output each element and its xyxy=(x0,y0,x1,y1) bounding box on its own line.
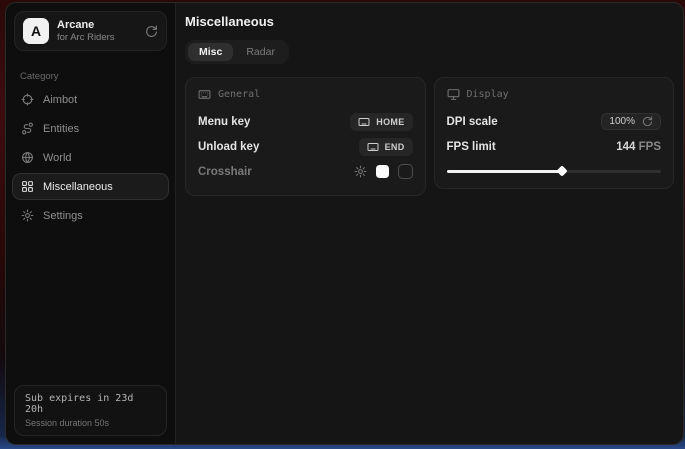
grid-icon xyxy=(21,180,34,193)
refresh-icon[interactable] xyxy=(145,25,158,38)
tab-radar[interactable]: Radar xyxy=(235,43,286,61)
display-panel-title: Display xyxy=(467,89,509,100)
display-panel: Display DPI scale 100% FPS limit xyxy=(434,77,675,189)
sub-expiry-text: Sub expires in 23d 20h xyxy=(25,393,156,415)
dpi-scale-label: DPI scale xyxy=(447,116,498,128)
sidebar-item-aimbot[interactable]: Aimbot xyxy=(12,86,169,113)
unload-key-row: Unload key END xyxy=(198,135,413,158)
gear-icon xyxy=(21,209,34,222)
brand-card: A Arcane for Arc Riders xyxy=(14,11,167,51)
fps-limit-slider[interactable] xyxy=(447,166,662,176)
general-panel: General Menu key HOME Unload key xyxy=(185,77,426,196)
sidebar-item-entities[interactable]: Entities xyxy=(12,115,169,142)
subscription-info-card: Sub expires in 23d 20h Session duration … xyxy=(14,385,167,436)
sidebar-item-label: Entities xyxy=(43,123,79,135)
tab-misc[interactable]: Misc xyxy=(188,43,233,61)
fps-slider-handle[interactable] xyxy=(557,165,568,176)
crosshair-controls xyxy=(354,164,413,179)
crosshair-row: Crosshair xyxy=(198,160,413,183)
sidebar-item-label: Miscellaneous xyxy=(43,181,113,193)
sidebar-item-label: Aimbot xyxy=(43,94,77,106)
dpi-reset-refresh-icon[interactable] xyxy=(642,116,653,127)
sidebar-item-label: Settings xyxy=(43,210,83,222)
fps-slider-fill xyxy=(447,170,563,173)
fps-limit-value: 144 FPS xyxy=(616,141,661,153)
keyboard-icon xyxy=(198,88,211,101)
brand-text: Arcane for Arc Riders xyxy=(57,19,137,44)
entities-icon xyxy=(21,122,34,135)
sidebar-item-settings[interactable]: Settings xyxy=(12,202,169,229)
sidebar-nav: Aimbot Entities World xyxy=(6,86,175,229)
category-label: Category xyxy=(20,71,161,82)
brand-logo: A xyxy=(23,18,49,44)
crosshair-checkbox[interactable] xyxy=(398,164,413,179)
menu-key-button[interactable]: HOME xyxy=(350,113,412,131)
sidebar: A Arcane for Arc Riders Category Aimbot xyxy=(6,3,176,444)
page-title: Miscellaneous xyxy=(185,14,674,29)
globe-icon xyxy=(21,151,34,164)
brand-subtitle: for Arc Riders xyxy=(57,32,137,43)
sidebar-item-label: World xyxy=(43,152,72,164)
unload-key-button[interactable]: END xyxy=(359,138,413,156)
fps-limit-label: FPS limit xyxy=(447,141,496,153)
menu-key-row: Menu key HOME xyxy=(198,110,413,133)
menu-key-value: HOME xyxy=(376,117,404,127)
crosshair-settings-gear-icon[interactable] xyxy=(354,165,367,178)
general-panel-header: General xyxy=(198,88,413,101)
dpi-scale-row: DPI scale 100% xyxy=(447,110,662,133)
sidebar-item-miscellaneous[interactable]: Miscellaneous xyxy=(12,173,169,200)
crosshair-icon xyxy=(21,93,34,106)
crosshair-label: Crosshair xyxy=(198,166,252,178)
tab-bar: Misc Radar xyxy=(185,40,289,64)
fps-limit-row: FPS limit 144 FPS xyxy=(447,135,662,158)
panels-row: General Menu key HOME Unload key xyxy=(185,77,674,196)
dpi-scale-value: 100% xyxy=(609,116,635,127)
brand-name: Arcane xyxy=(57,19,137,32)
main-content: Miscellaneous Misc Radar General xyxy=(176,3,683,444)
menu-key-label: Menu key xyxy=(198,116,250,128)
keyboard-icon xyxy=(367,141,379,153)
general-panel-title: General xyxy=(218,89,260,100)
monitor-icon xyxy=(447,88,460,101)
unload-key-label: Unload key xyxy=(198,141,259,153)
sidebar-item-world[interactable]: World xyxy=(12,144,169,171)
dpi-scale-control[interactable]: 100% xyxy=(601,113,661,130)
session-duration-text: Session duration 50s xyxy=(25,418,156,428)
crosshair-color-swatch[interactable] xyxy=(376,165,389,178)
app-window: A Arcane for Arc Riders Category Aimbot xyxy=(5,2,684,445)
keyboard-icon xyxy=(358,116,370,128)
display-panel-header: Display xyxy=(447,88,662,101)
unload-key-value: END xyxy=(385,142,405,152)
